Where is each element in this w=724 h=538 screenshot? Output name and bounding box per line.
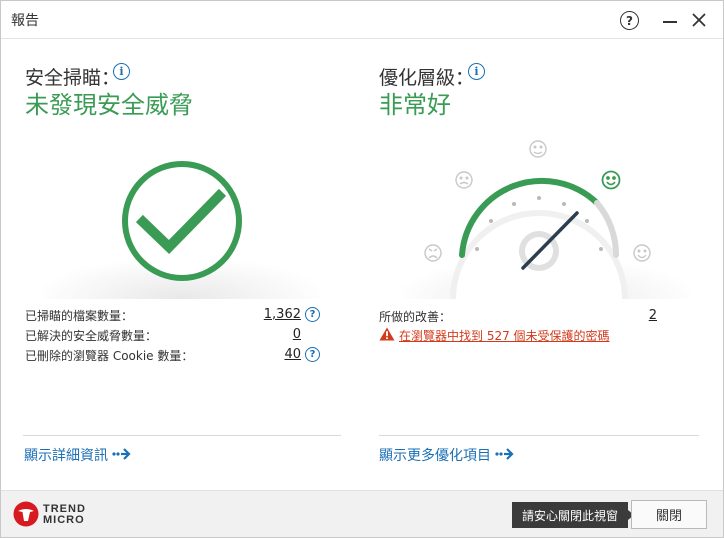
optimization-info-icon[interactable]: i [468, 63, 485, 80]
close-hint-tooltip: 請安心關閉此視窗 [512, 502, 635, 528]
stat-value-scanned-files[interactable]: 1,362 [251, 307, 301, 322]
face-bad-icon [455, 171, 473, 189]
window-title: 報告 [11, 13, 39, 29]
face-neutral-icon [529, 140, 547, 158]
optimization-gauge [424, 140, 651, 299]
help-icon[interactable]: ? [620, 11, 639, 30]
improvements-label: 所做的改善： [379, 310, 452, 324]
report-window: 報告 ? 安全掃瞄： i 未發現安全威脅 已掃瞄的檔案數量： 1,362 ? 已… [0, 0, 724, 538]
arrow-right-icon[interactable] [495, 447, 515, 461]
close-icon[interactable] [691, 12, 707, 28]
close-hint-text: 請安心關閉此視窗 [522, 508, 619, 523]
face-excellent-icon [633, 244, 651, 262]
warning-triangle-icon [379, 327, 395, 341]
stat-value-resolved-threats[interactable]: 0 [251, 327, 301, 342]
security-status: 未發現安全威脅 [25, 91, 193, 119]
scanned-files-help-icon[interactable]: ? [305, 307, 320, 322]
unprotected-passwords-link[interactable]: 在瀏覽器中找到 527 個未受保護的密碼 [399, 327, 610, 344]
footer-bar: TREND MICRO 請安心關閉此視窗 關閉 [1, 490, 723, 537]
left-divider [23, 435, 341, 436]
show-details-link[interactable]: 顯示詳細資訊 [24, 445, 108, 465]
face-good-icon [601, 170, 621, 190]
brand-wordmark: TREND MICRO [43, 504, 86, 526]
brand-line-2: MICRO [43, 514, 85, 526]
stat-label-deleted-cookies: 已刪除的瀏覽器 Cookie 數量： [25, 349, 194, 363]
close-button[interactable]: 關閉 [631, 500, 707, 529]
deleted-cookies-help-icon[interactable]: ? [305, 347, 320, 362]
security-info-icon[interactable]: i [113, 63, 130, 80]
arrow-right-icon[interactable] [112, 447, 132, 461]
minimize-icon[interactable] [663, 21, 677, 23]
right-divider [379, 435, 699, 436]
stat-label-scanned-files: 已掃瞄的檔案數量： [25, 309, 134, 323]
check-badge-icon [122, 161, 242, 281]
trend-micro-logo-icon [13, 501, 39, 527]
show-more-optimizations-link[interactable]: 顯示更多優化項目 [379, 445, 491, 465]
improvements-value[interactable]: 2 [621, 308, 657, 323]
face-very-bad-icon [424, 244, 442, 262]
stat-label-resolved-threats: 已解決的安全威脅數量： [25, 329, 158, 343]
stat-value-deleted-cookies[interactable]: 40 [251, 347, 301, 362]
optimization-status: 非常好 [379, 91, 451, 119]
title-bar: 報告 ? [1, 1, 723, 39]
